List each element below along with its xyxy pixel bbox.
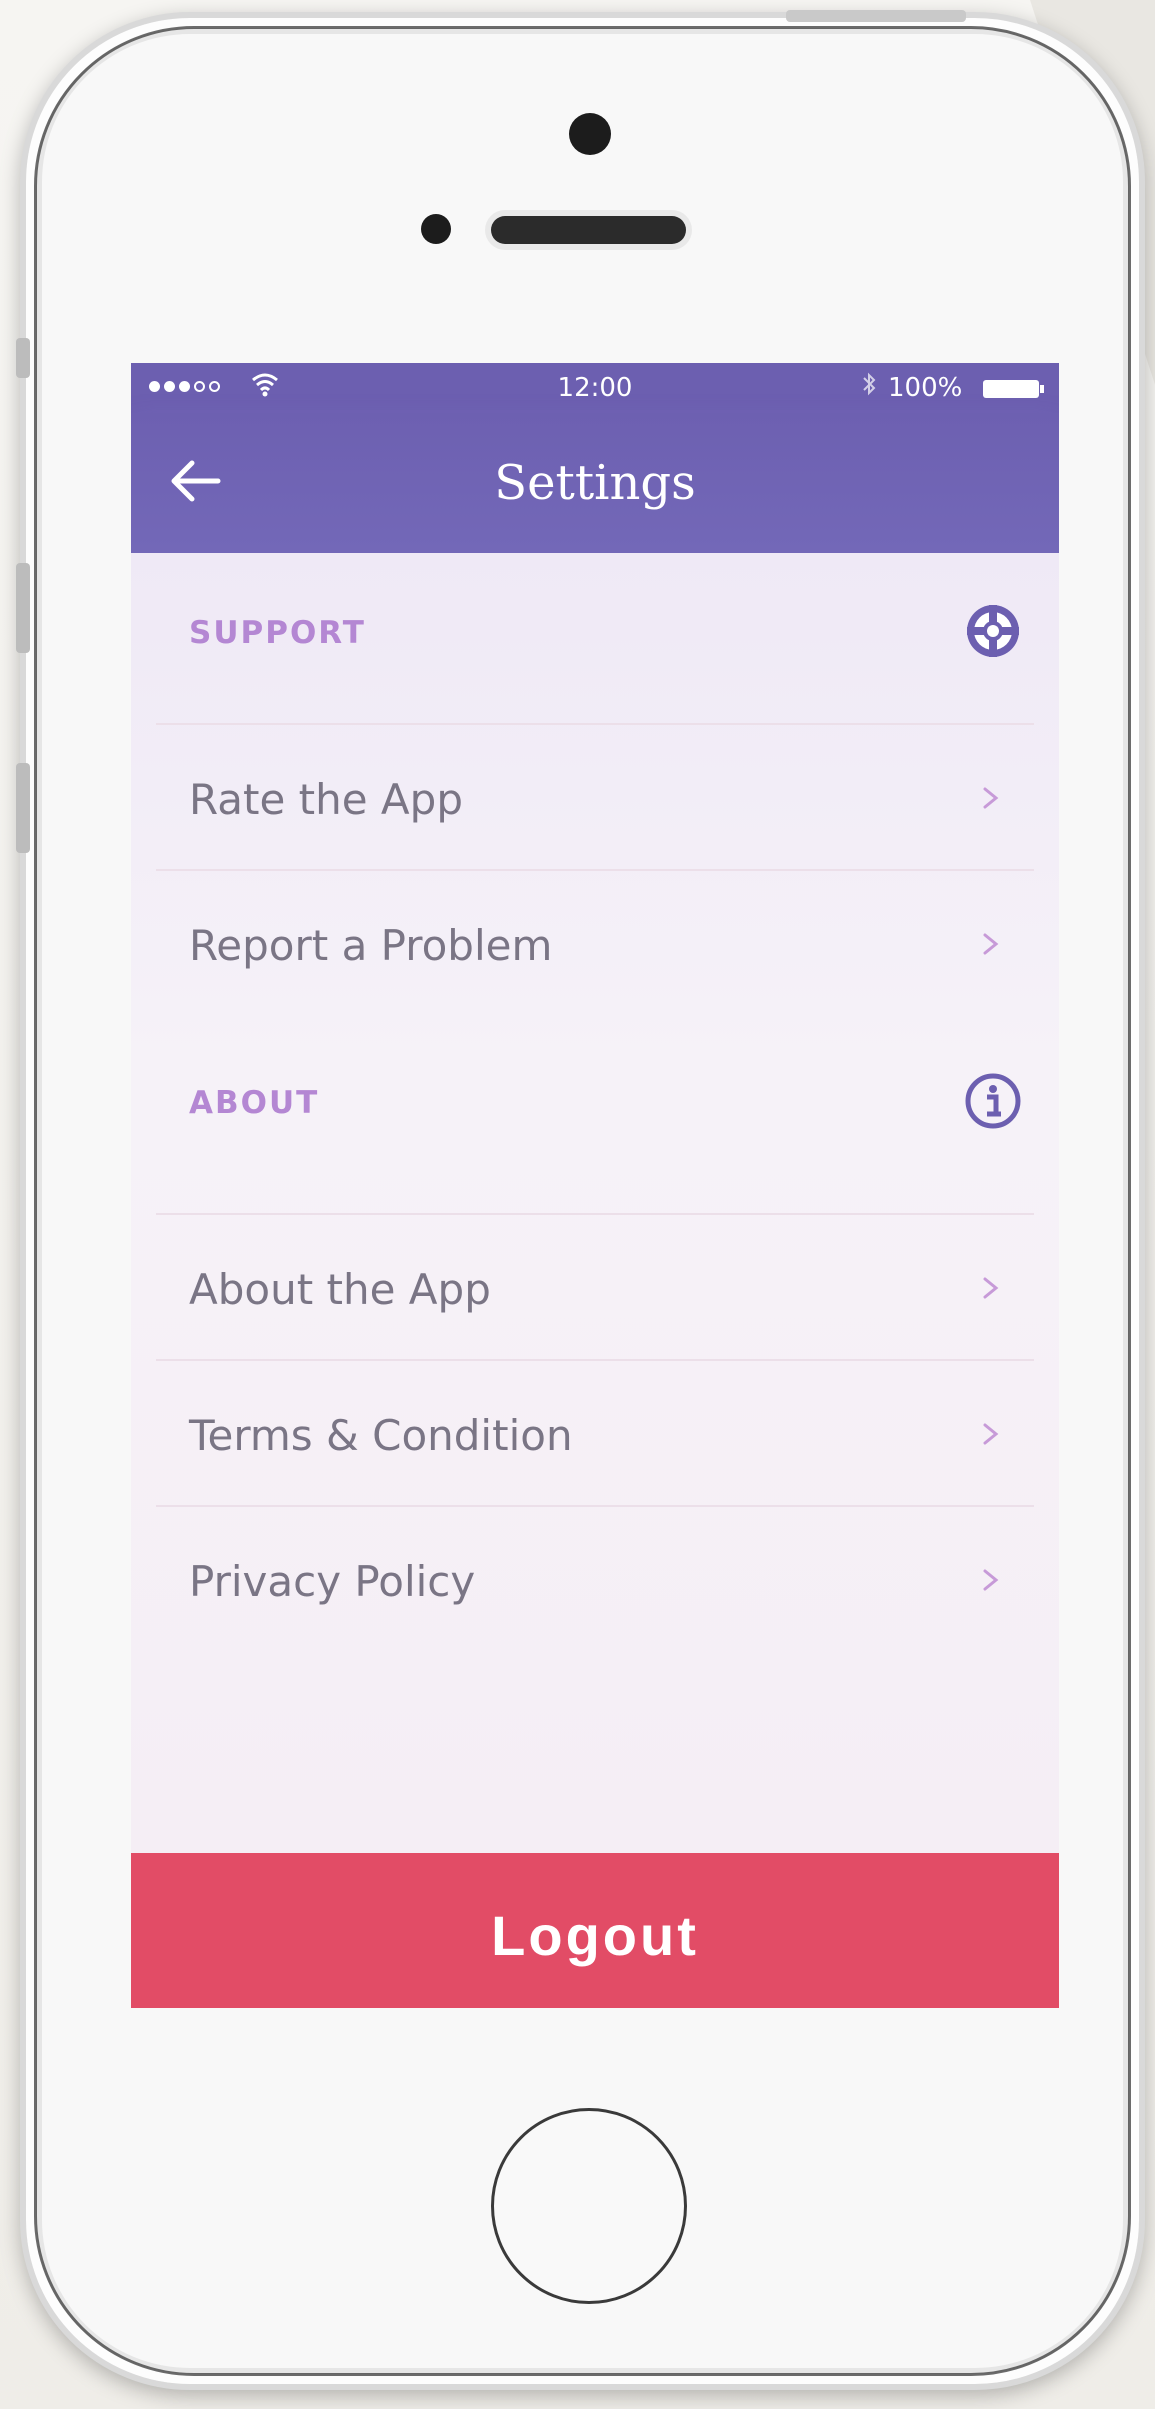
info-icon: [963, 1071, 1023, 1131]
bluetooth-icon: [861, 371, 877, 406]
status-bar: 12:00 100%: [131, 363, 1059, 413]
mute-switch: [16, 338, 30, 378]
row-label: About the App: [189, 1265, 491, 1314]
settings-list: SUPPORT Rate the App Report a Problem AB…: [131, 553, 1059, 1853]
row-label: Terms & Condition: [189, 1411, 573, 1460]
row-label: Privacy Policy: [189, 1557, 476, 1606]
power-button: [786, 10, 966, 22]
chevron-right-icon: [983, 787, 999, 809]
page-title: Settings: [494, 455, 696, 511]
battery-full-icon: [983, 380, 1044, 398]
row-label: Rate the App: [189, 775, 463, 824]
volume-down-button: [16, 763, 30, 853]
navigation-bar: Settings: [131, 413, 1059, 553]
phone-frame: 12:00 100% Settings SUPPORT Rate the App…: [16, 10, 1145, 2390]
lifebuoy-icon: [963, 601, 1023, 661]
section-header-about: ABOUT: [131, 1023, 1059, 1193]
battery-percent: 100%: [888, 373, 963, 403]
front-camera: [569, 113, 611, 155]
settings-row-about-app[interactable]: About the App: [156, 1213, 1034, 1359]
earpiece-speaker: [491, 216, 686, 244]
app-screen: 12:00 100% Settings SUPPORT Rate the App…: [131, 363, 1059, 2008]
row-label: Report a Problem: [189, 921, 553, 970]
section-label: ABOUT: [189, 1085, 320, 1121]
volume-up-button: [16, 563, 30, 653]
section-label: SUPPORT: [189, 615, 366, 651]
proximity-sensor: [421, 214, 451, 244]
settings-row-rate-app[interactable]: Rate the App: [156, 723, 1034, 869]
logout-label: Logout: [491, 1904, 699, 1967]
logout-button[interactable]: Logout: [131, 1853, 1059, 2008]
chevron-right-icon: [983, 933, 999, 955]
settings-row-privacy[interactable]: Privacy Policy: [156, 1505, 1034, 1651]
settings-row-report-problem[interactable]: Report a Problem: [156, 869, 1034, 1015]
chevron-right-icon: [983, 1277, 999, 1299]
section-header-support: SUPPORT: [131, 553, 1059, 723]
settings-row-terms[interactable]: Terms & Condition: [156, 1359, 1034, 1505]
chevron-right-icon: [983, 1423, 999, 1445]
chevron-right-icon: [983, 1569, 999, 1591]
home-button[interactable]: [491, 2108, 687, 2304]
